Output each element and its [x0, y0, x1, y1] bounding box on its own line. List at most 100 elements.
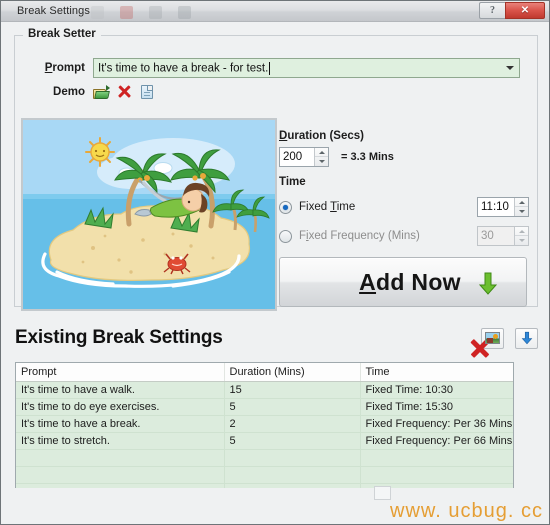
row-time: Fixed Frequency: Per 66 Mins: [360, 432, 513, 450]
caret-down-icon: [518, 239, 525, 242]
client-area: Break Setter Prompt It's time to have a …: [1, 22, 549, 524]
open-folder-icon: [93, 84, 110, 99]
row-prompt: It's time to have a walk.: [16, 381, 225, 399]
existing-settings-title: Existing Break Settings: [15, 327, 223, 348]
duration-decrement-button[interactable]: [315, 157, 328, 166]
duration-value[interactable]: 200: [280, 148, 314, 166]
table-row[interactable]: It's time to have a break. 2 Fixed Frequen…: [16, 415, 513, 433]
arrow-down-green-icon: [478, 272, 498, 295]
delete-icon: [117, 85, 131, 99]
fixed-time-radio[interactable]: [279, 200, 292, 214]
watermark-text: www. ucbug. cc: [390, 500, 543, 522]
row-prompt: It's time to have a break.: [16, 415, 225, 433]
time-section-label: Time: [279, 176, 306, 188]
resize-grip-icon[interactable]: [374, 486, 391, 500]
prompt-value: It's time to have a break - for test.: [98, 62, 269, 75]
prompt-dropdown-button[interactable]: [501, 59, 519, 77]
table-row[interactable]: It's time to have a walk. 15 Fixed Time: 1…: [16, 381, 513, 399]
fixed-time-decrement-button[interactable]: [515, 207, 528, 216]
sun-icon: [85, 137, 115, 167]
duration-spinner[interactable]: 200: [279, 147, 329, 167]
row-duration: 15: [224, 381, 361, 399]
table-row[interactable]: It's time to do eye exercises. 5 Fixed Tim…: [16, 398, 513, 416]
row-empty-cell: [16, 449, 225, 467]
prompt-label: Prompt: [44, 62, 85, 74]
break-settings-window: Break Settings ? ✕ Break Setter Prompt I…: [0, 0, 550, 525]
duration-label: Duration (Secs): [279, 130, 364, 142]
fixed-frequency-row: Fixed Frequency (Mins) 30: [279, 226, 529, 246]
table-body: It's time to have a walk. 15 Fixed Time: 1…: [16, 381, 513, 504]
fixed-frequency-decrement-button[interactable]: [515, 236, 528, 245]
window-title: Break Settings: [17, 5, 90, 17]
row-prompt: It's time to stretch.: [16, 432, 225, 450]
existing-settings-actions: [470, 327, 538, 349]
close-icon: ✕: [520, 5, 530, 16]
island-hammock-illustration: [23, 120, 275, 309]
demo-image-preview[interactable]: [21, 118, 277, 311]
export-down-button[interactable]: [515, 327, 538, 349]
fixed-time-value[interactable]: 11:10: [478, 198, 514, 216]
fixed-frequency-radio[interactable]: [279, 229, 292, 243]
table-row-empty[interactable]: [16, 466, 513, 484]
window-controls: ? ✕: [479, 2, 545, 19]
column-header-time[interactable]: Time: [360, 363, 513, 382]
delete-demo-button[interactable]: [116, 84, 132, 100]
row-duration: 2: [224, 415, 361, 433]
row-time: Fixed Frequency: Per 36 Mins: [360, 415, 513, 433]
help-button[interactable]: ?: [479, 2, 505, 19]
table-row[interactable]: It's time to stretch. 5 Fixed Frequency: P…: [16, 432, 513, 450]
row-duration: 5: [224, 398, 361, 416]
caret-up-icon: [318, 150, 325, 154]
row-empty-cell: [16, 466, 225, 484]
fixed-frequency-spinner[interactable]: 30: [477, 226, 529, 246]
row-empty-cell: [224, 466, 361, 484]
chevron-down-icon: [506, 66, 514, 70]
caret-down-icon: [518, 210, 525, 213]
titlebar-ghost-icons: [91, 2, 241, 21]
caret-down-icon: [318, 160, 325, 163]
demo-label: Demo: [53, 86, 85, 98]
row-time: Fixed Time: 10:30: [360, 381, 513, 399]
add-now-button[interactable]: Add Now: [279, 257, 527, 307]
duration-increment-button[interactable]: [315, 148, 328, 157]
ghost-icon-1: [91, 5, 104, 19]
preview-demo-button[interactable]: [139, 84, 155, 100]
fixed-time-row: Fixed Time 11:10: [279, 197, 529, 217]
duration-row: 200 = 3.3 Mins: [279, 147, 529, 167]
column-header-prompt[interactable]: Prompt: [16, 363, 225, 382]
row-empty-cell: [224, 449, 361, 467]
close-button[interactable]: ✕: [505, 2, 545, 19]
fixed-time-increment-button[interactable]: [515, 198, 528, 207]
prompt-combobox[interactable]: It's time to have a break - for test.: [93, 58, 520, 78]
fixed-frequency-spinner-buttons[interactable]: [514, 227, 528, 245]
existing-settings-table[interactable]: Prompt Duration (Mins) Time It's time to…: [15, 362, 514, 505]
fixed-frequency-value[interactable]: 30: [478, 227, 514, 245]
demo-row: Demo: [15, 84, 155, 100]
table-header-row: Prompt Duration (Mins) Time: [16, 363, 513, 382]
image-settings-icon: [485, 332, 500, 344]
open-folder-button[interactable]: [93, 84, 110, 100]
fixed-time-spinner-buttons[interactable]: [514, 198, 528, 216]
prompt-row: Prompt It's time to have a break - for t…: [15, 57, 537, 79]
question-mark-icon: ?: [490, 5, 495, 16]
text-caret: [269, 61, 271, 75]
existing-settings-header: Existing Break Settings: [15, 321, 538, 355]
fixed-time-label: Fixed Time: [299, 201, 356, 213]
row-duration: 5: [224, 432, 361, 450]
prompt-input[interactable]: It's time to have a break - for test.: [94, 61, 501, 75]
fixed-time-spinner[interactable]: 11:10: [477, 197, 529, 217]
duration-equivalent: = 3.3 Mins: [341, 151, 394, 163]
column-header-duration[interactable]: Duration (Mins): [224, 363, 361, 382]
table-row-empty[interactable]: [16, 449, 513, 467]
ghost-icon-4: [178, 5, 191, 19]
row-prompt: It's time to do eye exercises.: [16, 398, 225, 416]
demo-actions: [93, 84, 155, 100]
fixed-frequency-increment-button[interactable]: [515, 227, 528, 236]
schedule-controls: Duration (Secs) 200 = 3.3 Mins Time Fixe…: [279, 130, 529, 307]
row-time: Fixed Time: 15:30: [360, 398, 513, 416]
duration-spinner-buttons[interactable]: [314, 148, 328, 166]
row-empty-cell: [360, 466, 513, 484]
window-titlebar[interactable]: Break Settings ? ✕: [1, 1, 549, 22]
ghost-icon-2: [120, 5, 133, 19]
caret-up-icon: [518, 229, 525, 233]
